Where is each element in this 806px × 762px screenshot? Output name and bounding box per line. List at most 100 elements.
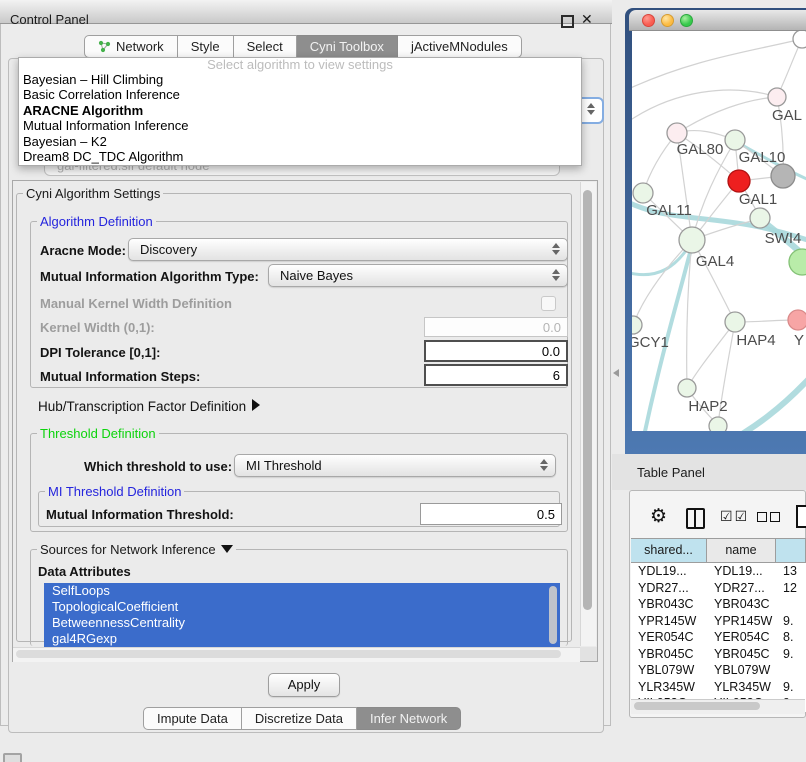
tab-select[interactable]: Select xyxy=(234,35,297,58)
close-icon[interactable]: ✕ xyxy=(581,11,593,28)
table-cell: YBL079W xyxy=(707,662,776,679)
table-row[interactable]: YDL19...YDL19...13 xyxy=(631,563,806,580)
table-row[interactable]: YER054CYER054C8. xyxy=(631,629,806,646)
column-header-name[interactable]: name xyxy=(707,539,776,562)
attribute-item-topologicalcoefficient[interactable]: TopologicalCoefficient xyxy=(44,599,560,615)
network-node-gal4[interactable] xyxy=(679,227,705,253)
tab-network[interactable]: Network xyxy=(84,35,178,58)
data-attributes-list[interactable]: SelfLoopsTopologicalCoefficientBetweenne… xyxy=(44,583,560,647)
table-cell: 9. xyxy=(776,613,806,630)
tab-infer-network[interactable]: Infer Network xyxy=(357,707,461,730)
table-row[interactable]: YLR345WYLR345W9. xyxy=(631,679,806,696)
network-view-canvas[interactable]: GALGAL80GAL10GAL1GAL11SWI4GAL4GCY1HAP4YH… xyxy=(632,31,806,431)
network-node-gal10[interactable] xyxy=(725,130,745,150)
node-label-gcy1: GCY1 xyxy=(632,334,669,351)
close-traffic-light[interactable] xyxy=(642,14,655,27)
mi-threshold-label: Mutual Information Threshold: xyxy=(46,507,234,522)
table-cell: YDL19... xyxy=(707,563,776,580)
attribute-item-gal4rgexp[interactable]: gal4RGexp xyxy=(44,631,560,647)
dpi-tolerance-field[interactable]: 0.0 xyxy=(424,340,568,362)
tab-jactivemnodules[interactable]: jActiveMNodules xyxy=(398,35,522,58)
node-label-hap4: HAP4 xyxy=(736,332,775,349)
manual-kernel-checkbox[interactable] xyxy=(541,296,556,311)
vertical-scrollbar-thumb[interactable] xyxy=(583,190,592,610)
table-cell: YLR345W xyxy=(707,679,776,696)
aracne-mode-combo[interactable]: Discovery xyxy=(128,238,568,261)
scrollbar-corner xyxy=(580,647,597,661)
dropdown-items: Bayesian – Hill ClimbingBasic Correlatio… xyxy=(19,72,581,164)
which-threshold-combo[interactable]: MI Threshold xyxy=(234,454,556,477)
gear-icon[interactable]: ⚙ xyxy=(650,505,667,528)
table-row[interactable]: YBL079WYBL079W xyxy=(631,662,806,679)
node-label-gal80: GAL80 xyxy=(677,141,724,158)
tab-style[interactable]: Style xyxy=(178,35,234,58)
hub-section-toggle[interactable]: Hub/Transcription Factor Definition xyxy=(38,399,260,414)
panel-divider-handle[interactable] xyxy=(613,369,619,377)
mi-steps-field[interactable]: 6 xyxy=(424,364,568,386)
control-panel-title: Control Panel xyxy=(10,12,89,27)
tab-discretize-data[interactable]: Discretize Data xyxy=(242,707,357,730)
table-row[interactable]: YPR145WYPR145W9. xyxy=(631,613,806,630)
apply-button[interactable]: Apply xyxy=(268,673,340,697)
tab-impute-data[interactable]: Impute Data xyxy=(143,707,242,730)
network-node[interactable] xyxy=(789,249,806,275)
network-node-y[interactable] xyxy=(788,310,806,330)
network-node-gal[interactable] xyxy=(768,88,786,106)
which-threshold-label: Which threshold to use: xyxy=(84,459,232,474)
dropdown-item-bayesian-hill-climbing[interactable]: Bayesian – Hill Climbing xyxy=(19,72,581,87)
unchecked-box-icon[interactable] xyxy=(757,512,767,522)
table-row[interactable]: YDR27...YDR27...12 xyxy=(631,580,806,597)
collapsed-panel-icon[interactable] xyxy=(3,753,22,762)
node-label-gal10: GAL10 xyxy=(739,149,786,166)
table-rows[interactable]: YDL19...YDL19...13YDR27...YDR27...12YBR0… xyxy=(631,563,806,712)
network-node[interactable] xyxy=(793,31,806,48)
float-window-icon[interactable] xyxy=(561,15,574,28)
aracne-mode-label: Aracne Mode: xyxy=(40,243,126,258)
node-label-gal11: GAL11 xyxy=(646,202,692,219)
dropdown-item-bayesian-k2[interactable]: Bayesian – K2 xyxy=(19,134,581,149)
dropdown-item-mutual-information-inference[interactable]: Mutual Information Inference xyxy=(19,118,581,133)
attribute-item-betweennesscentrality[interactable]: BetweennessCentrality xyxy=(44,615,560,631)
mi-type-combo[interactable]: Naive Bayes xyxy=(268,264,568,287)
unchecked-box-icon[interactable] xyxy=(770,512,780,522)
column-header-shared-[interactable]: shared... xyxy=(631,539,707,562)
table-row[interactable]: YBR043CYBR043C xyxy=(631,596,806,613)
dropdown-item-aracne-algorithm[interactable]: ARACNE Algorithm xyxy=(19,103,581,118)
algorithm-dropdown-popup: Select algorithm to view settings Bayesi… xyxy=(18,57,582,166)
collapse-down-icon xyxy=(221,545,233,553)
network-node-hap2[interactable] xyxy=(678,379,696,397)
node-label-swi4: SWI4 xyxy=(765,230,802,247)
network-node[interactable] xyxy=(709,417,727,431)
dropdown-item-dream8-dc-tdc-algorithm[interactable]: Dream8 DC_TDC Algorithm xyxy=(19,149,581,164)
zoom-traffic-light[interactable] xyxy=(680,14,693,27)
network-node-gal80[interactable] xyxy=(667,123,687,143)
minimize-traffic-light[interactable] xyxy=(661,14,674,27)
network-node-gcy1[interactable] xyxy=(632,316,642,334)
table-cell: 8. xyxy=(776,629,806,646)
kernel-width-field[interactable]: 0.0 xyxy=(424,317,568,337)
network-node-gal11[interactable] xyxy=(633,183,653,203)
control-panel-titlebar[interactable] xyxy=(0,0,612,24)
column-header-2[interactable] xyxy=(776,539,806,562)
page-icon[interactable] xyxy=(796,505,806,528)
network-node-gal1[interactable] xyxy=(728,170,750,192)
network-window-titlebar[interactable] xyxy=(629,10,806,31)
checked-columns-icon[interactable]: ☑☑ xyxy=(720,508,749,525)
network-node-hap4[interactable] xyxy=(725,312,745,332)
attribute-item-selfloops[interactable]: SelfLoops xyxy=(44,583,560,599)
mi-threshold-field[interactable]: 0.5 xyxy=(420,503,562,525)
manual-kernel-label: Manual Kernel Width Definition xyxy=(40,296,232,311)
dropdown-item-basic-correlation-inference[interactable]: Basic Correlation Inference xyxy=(19,87,581,102)
table-cell: YPR145W xyxy=(631,613,707,630)
dropdown-placeholder: Select algorithm to view settings xyxy=(19,58,581,72)
columns-icon[interactable] xyxy=(686,508,705,529)
tab-cyni-toolbox[interactable]: Cyni Toolbox xyxy=(297,35,398,58)
network-node-swi4[interactable] xyxy=(750,208,770,228)
table-row[interactable]: YBR045CYBR045C9. xyxy=(631,646,806,663)
table-header-row[interactable]: shared...name xyxy=(631,538,806,563)
horizontal-scrollbar-thumb[interactable] xyxy=(16,650,561,658)
network-node[interactable] xyxy=(771,164,795,188)
node-label-y: Y xyxy=(794,332,804,349)
list-scrollbar-thumb[interactable] xyxy=(549,586,557,644)
table-horizontal-scrollbar-thumb[interactable] xyxy=(634,702,760,710)
